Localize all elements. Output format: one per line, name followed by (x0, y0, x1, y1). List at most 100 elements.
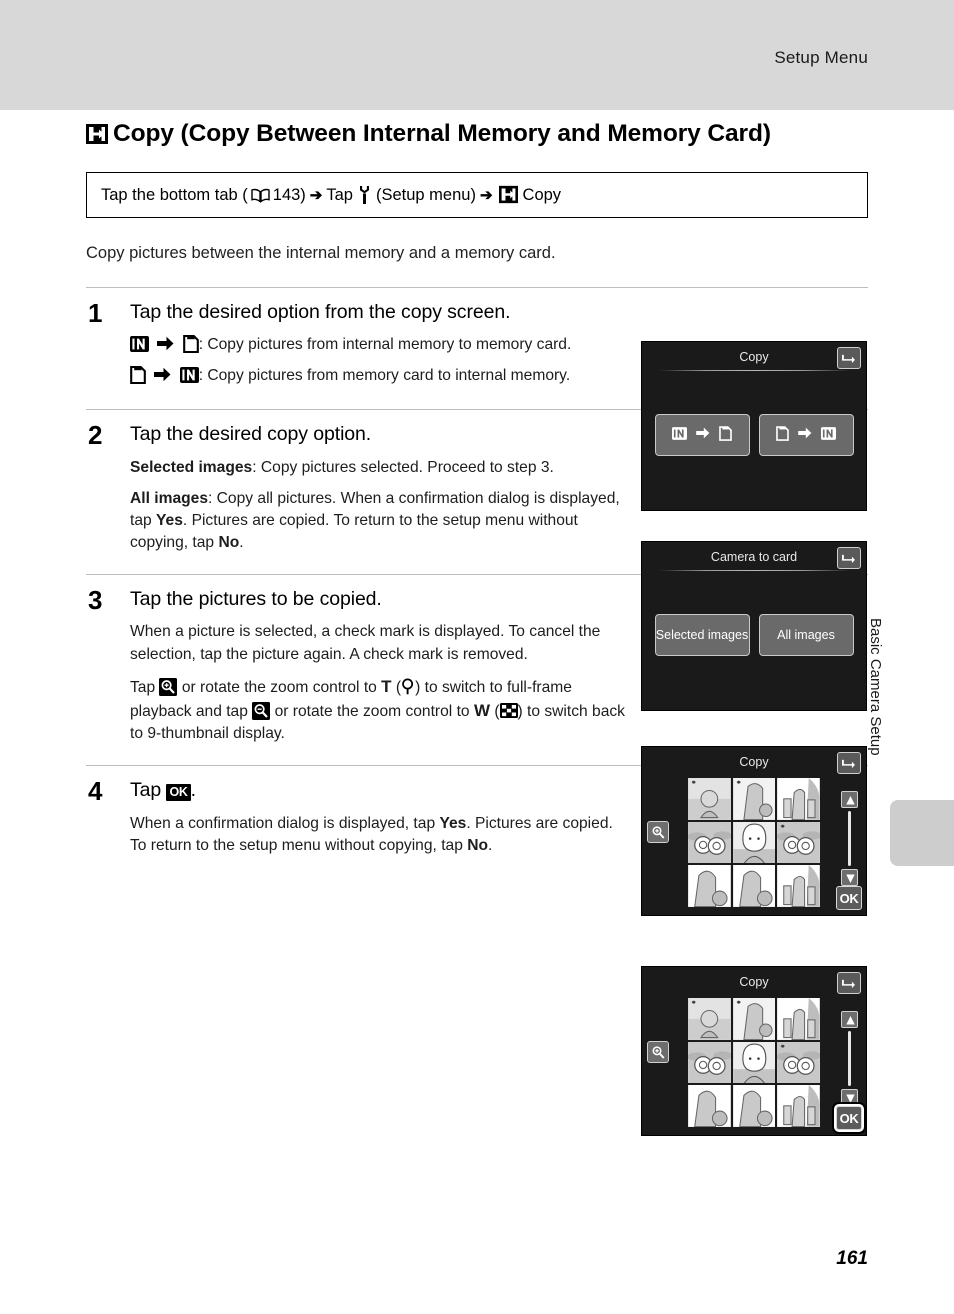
memory-card-icon (182, 334, 199, 353)
list-item[interactable] (688, 778, 731, 820)
thumbnail-grid (688, 778, 820, 907)
option-card-to-internal[interactable] (758, 414, 854, 456)
back-arrow-icon[interactable] (837, 972, 861, 994)
zoom-in-icon[interactable] (647, 821, 669, 843)
yes-label: Yes (156, 511, 183, 529)
list-item[interactable] (777, 998, 820, 1040)
step-paragraph: : Copy pictures from internal memory to … (130, 334, 628, 356)
breadcrumb: Tap the bottom tab ( 143) ➔ Tap (Setup m… (86, 172, 868, 219)
option-all-images[interactable]: All images (758, 614, 854, 656)
step-heading: Tap OK. (130, 778, 628, 803)
wide-label: W (473, 700, 490, 720)
arrow-right-icon (154, 367, 171, 382)
list-item[interactable] (688, 1085, 731, 1127)
thumbnail-9-icon (499, 702, 518, 718)
list-item[interactable] (688, 1041, 731, 1084)
magnifier-icon (401, 678, 415, 695)
memory-card-icon (776, 426, 789, 444)
step-paragraph-text: : Copy pictures from memory card to inte… (198, 367, 571, 385)
step-number: 3 (88, 585, 103, 616)
screen-title: Camera to card (710, 550, 798, 564)
screen-camera-to-card: Camera to card Selected images All image… (641, 541, 867, 711)
no-label: No (218, 533, 240, 551)
arrow-right-icon (798, 427, 812, 442)
back-arrow-icon[interactable] (837, 347, 861, 369)
list-item[interactable] (777, 821, 820, 864)
back-arrow-icon[interactable] (837, 752, 861, 774)
thumbnail-grid (688, 998, 820, 1127)
no-label: No (467, 836, 488, 854)
arrow-up-icon[interactable] (841, 1011, 858, 1028)
list-item[interactable] (777, 865, 820, 907)
scrollbar[interactable] (848, 1031, 851, 1086)
internal-memory-icon (821, 426, 836, 443)
yes-label: Yes (439, 814, 467, 832)
step-paragraph: When a confirmation dialog is displayed,… (130, 814, 613, 854)
screen-confirm-copy: Copy OK (641, 966, 867, 1136)
breadcrumb-part4: (Setup menu) (375, 185, 476, 204)
ok-button[interactable]: OK (832, 1102, 866, 1134)
list-item[interactable] (732, 998, 776, 1040)
list-item[interactable] (777, 778, 820, 820)
step-term: All images (130, 489, 208, 507)
memory-card-icon (719, 426, 732, 444)
arrow-up-icon[interactable] (841, 791, 858, 808)
step-paragraph: Selected images: Copy pictures selected.… (130, 457, 628, 479)
step-heading: Tap the desired option from the copy scr… (130, 300, 511, 323)
page-header-title: Setup Menu (774, 48, 868, 67)
wrench-icon (358, 186, 371, 205)
screen-select-pictures: Copy OK (641, 746, 867, 916)
side-tab-label: Basic Camera Setup (867, 618, 884, 756)
step-number: 1 (88, 297, 103, 328)
step-heading: Tap the pictures to be copied. (130, 588, 382, 611)
back-arrow-icon[interactable] (837, 547, 861, 569)
screen-title: Copy (739, 350, 769, 364)
list-item[interactable] (688, 998, 731, 1040)
screen-title: Copy (739, 975, 769, 989)
list-item[interactable] (732, 1041, 776, 1084)
scrollbar[interactable] (848, 811, 851, 866)
step-number: 2 (88, 420, 103, 451)
list-item[interactable] (732, 778, 776, 820)
list-item[interactable] (732, 821, 776, 864)
list-item[interactable] (777, 1085, 820, 1127)
page-number: 161 (836, 1248, 868, 1269)
zoom-in-icon[interactable] (647, 1041, 669, 1063)
step-heading: Tap the desired copy option. (130, 423, 372, 446)
breadcrumb-part5: Copy (522, 185, 562, 204)
page-title: Copy (Copy Between Internal Memory and M… (86, 118, 868, 150)
step-paragraph-text: : Copy pictures from internal memory to … (198, 335, 572, 353)
step-paragraph-text: : Copy pictures selected. Proceed to ste… (252, 458, 554, 476)
page-title-text: Copy (Copy Between Internal Memory and M… (113, 120, 771, 147)
side-tab-block (890, 800, 954, 866)
internal-memory-icon (672, 426, 687, 443)
step-number: 4 (88, 776, 103, 807)
memory-card-icon (130, 366, 146, 385)
ok-button[interactable]: OK (836, 886, 862, 910)
copy-icon (86, 123, 108, 144)
arrow-down-icon[interactable] (841, 1089, 858, 1106)
option-internal-to-card[interactable] (654, 414, 750, 456)
step-paragraph: When a picture is selected, a check mark… (130, 623, 601, 663)
list-item[interactable] (688, 821, 731, 864)
step-paragraph: Tap or rotate the zoom control to T () … (130, 676, 625, 743)
step-heading-prefix: Tap (130, 779, 162, 802)
ok-icon: OK (166, 784, 191, 802)
list-item[interactable] (732, 1085, 776, 1127)
list-item[interactable] (732, 865, 776, 907)
breadcrumb-arrow-2: ➔ (479, 187, 493, 205)
arrow-down-icon[interactable] (841, 869, 858, 886)
list-item[interactable] (688, 865, 731, 907)
arrow-right-icon (157, 336, 174, 351)
intro-text: Copy pictures between the internal memor… (86, 244, 556, 263)
step-term: Selected images (130, 458, 253, 476)
step-paragraph: All images: Copy all pictures. When a co… (130, 488, 628, 554)
tele-label: T (381, 676, 392, 696)
internal-memory-icon (179, 367, 199, 384)
option-selected-images[interactable]: Selected images (654, 614, 750, 656)
copy-icon (498, 185, 519, 205)
list-item[interactable] (777, 1041, 820, 1084)
breadcrumb-part3: Tap (326, 185, 353, 204)
screen-divider (658, 370, 850, 371)
screen-title: Copy (739, 755, 769, 769)
